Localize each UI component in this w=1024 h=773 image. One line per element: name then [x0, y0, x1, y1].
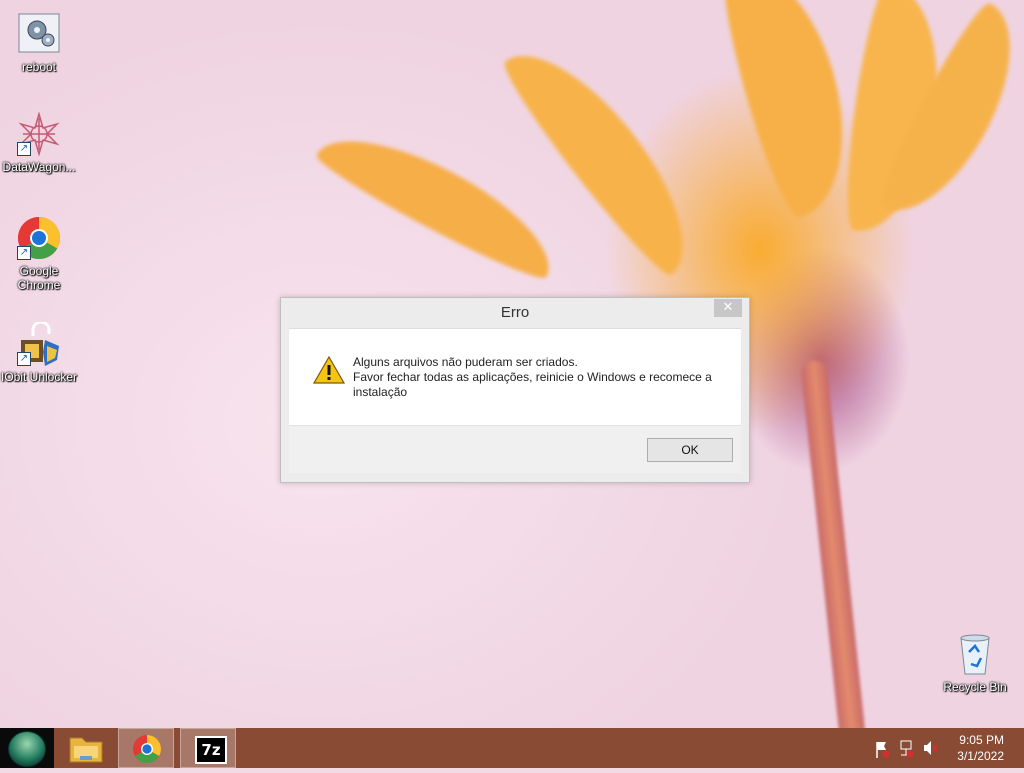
desktop-icon-label: Google Chrome — [17, 264, 61, 292]
sevenzip-icon: 7z — [195, 736, 227, 764]
desktop-icon-google-chrome[interactable]: ↗ Google Chrome — [0, 216, 78, 292]
chrome-icon: ↗ — [17, 216, 61, 260]
error-dialog: Erro ✕ Alguns arquivos não puderam ser c… — [280, 297, 750, 483]
dialog-message: Alguns arquivos não puderam ser criados.… — [353, 355, 733, 400]
shortcut-arrow-icon: ↗ — [17, 352, 31, 366]
datawagon-icon: ↗ — [17, 111, 61, 157]
desktop-icon-label: DataWagon... — [2, 160, 76, 174]
dialog-title: Erro — [500, 304, 530, 321]
folder-icon — [69, 737, 103, 763]
close-button[interactable]: ✕ — [714, 299, 742, 317]
action-center-flag-icon[interactable] — [874, 728, 890, 768]
network-icon[interactable] — [898, 728, 914, 768]
desktop-icon-reboot[interactable]: reboot — [0, 12, 78, 74]
desktop-icon-label: Recycle Bin — [943, 680, 1007, 694]
clock-date: 3/1/2022 — [957, 749, 1004, 763]
desktop-icon-recycle-bin[interactable]: Recycle Bin — [936, 632, 1014, 694]
dialog-footer: OK — [289, 425, 741, 473]
desktop: reboot ↗ DataWagon... ↗ Google Chrome ↗ … — [0, 0, 1024, 728]
chrome-icon — [133, 735, 161, 763]
message-line-1: Alguns arquivos não puderam ser criados. — [353, 355, 578, 369]
taskbar-file-explorer[interactable] — [58, 728, 114, 768]
shortcut-arrow-icon: ↗ — [17, 142, 31, 156]
recycle-bin-icon — [953, 632, 997, 676]
start-button[interactable] — [0, 728, 54, 768]
taskbar: 7z 9:05 PM 3/1/2022 — [0, 728, 1024, 768]
wallpaper-stem — [800, 359, 866, 728]
dialog-content: Alguns arquivos não puderam ser criados.… — [289, 328, 741, 425]
desktop-icon-label: IObit Unlocker — [0, 370, 78, 384]
wallpaper-petal — [710, 0, 870, 223]
unlocker-icon: ↗ — [17, 320, 61, 366]
shortcut-arrow-icon: ↗ — [17, 246, 31, 260]
message-line-2: Favor fechar todas as aplicações, reinic… — [353, 370, 712, 399]
warning-icon — [312, 355, 346, 384]
clock-time: 9:05 PM — [959, 733, 1004, 747]
ok-button[interactable]: OK — [647, 438, 733, 462]
wallpaper-petal — [311, 112, 569, 288]
desktop-icon-datawagon[interactable]: ↗ DataWagon... — [0, 111, 78, 174]
desktop-icon-iobit-unlocker[interactable]: ↗ IObit Unlocker — [0, 320, 78, 384]
gears-icon — [17, 12, 61, 56]
desktop-icon-label: reboot — [21, 60, 57, 74]
taskbar-google-chrome[interactable] — [118, 728, 174, 768]
start-orb-icon — [8, 731, 46, 767]
system-clock[interactable]: 9:05 PM 3/1/2022 — [934, 732, 1004, 764]
taskbar-7zip[interactable]: 7z — [180, 728, 236, 768]
